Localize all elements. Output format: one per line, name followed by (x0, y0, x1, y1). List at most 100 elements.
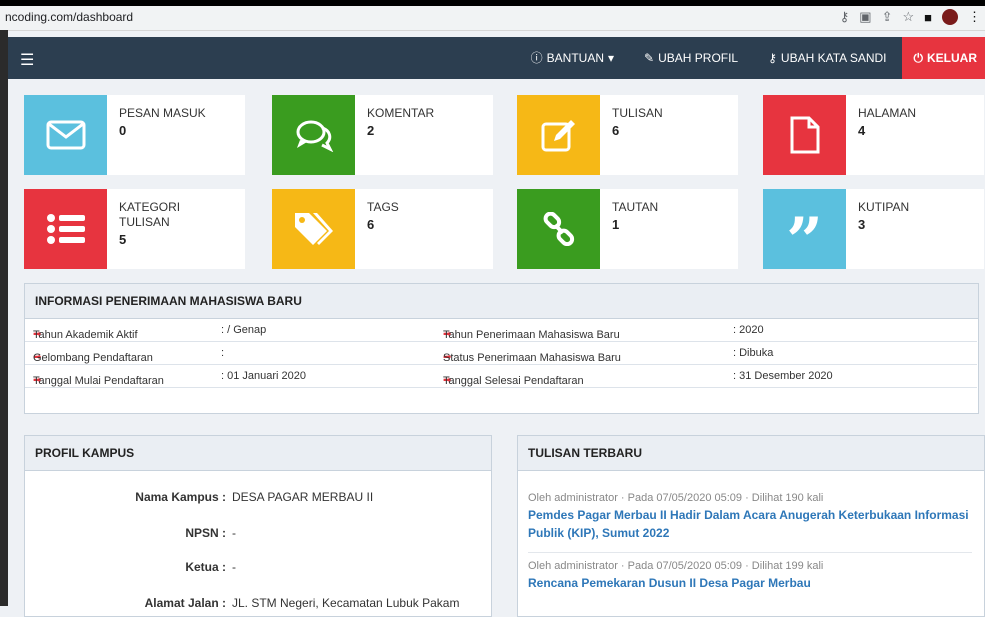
stat-label-line2: TULISAN (119, 215, 170, 229)
hamburger-icon[interactable]: ☰ (20, 50, 34, 70)
stat-card-pesan-masuk[interactable]: PESAN MASUK 0 (24, 95, 245, 175)
stat-card-kutipan[interactable]: ” KUTIPAN 3 (763, 189, 984, 269)
profile-value: - (232, 526, 236, 540)
info-key-text: Tanggal Mulai Pendaftaran (33, 375, 164, 387)
browser-toolbar-icons: ⚷ ▣ ⇪ ☆ ■ ⋮ (840, 9, 981, 25)
info-value: : 2020 (733, 324, 764, 336)
info-panel: INFORMASI PENERIMAAN MAHASISWA BARU ➡Tah… (24, 283, 979, 414)
sidebar-icon[interactable]: ■ (924, 10, 932, 25)
pencil-square-icon (517, 95, 600, 175)
nav-keluar-label: KELUAR (927, 37, 977, 79)
nav-ubah-profil-label: UBAH PROFIL (658, 37, 738, 79)
stat-value: 4 (858, 123, 865, 138)
profile-value: - (232, 560, 236, 574)
tags-icon (272, 189, 355, 269)
post-item: Oleh administrator · Pada 07/05/2020 05:… (528, 492, 972, 542)
profile-value: DESA PAGAR MERBAU II (232, 490, 373, 504)
info-row: ➡Gelombang Pendaftaran : ➡Status Penerim… (25, 342, 977, 365)
kebab-menu-icon[interactable]: ⋮ (968, 9, 981, 25)
stat-label: KOMENTAR (367, 106, 434, 121)
post-meta: Oleh administrator · Pada 07/05/2020 05:… (528, 560, 972, 572)
info-key-text: Tahun Akademik Aktif (33, 329, 138, 341)
stat-label: HALAMAN (858, 106, 916, 121)
stat-card-tautan[interactable]: TAUTAN 1 (517, 189, 738, 269)
profile-row: NPSN : (25, 526, 226, 542)
post-title-link[interactable]: Pemdes Pagar Merbau II Hadir Dalam Acara… (528, 506, 972, 542)
profile-row: Ketua : (25, 560, 226, 576)
profile-panel-title: PROFIL KAMPUS (25, 436, 491, 471)
dashboard-content: PESAN MASUK 0 KOMENTAR 2 TULISAN 6 HALAM… (8, 79, 985, 606)
stat-card-halaman[interactable]: HALAMAN 4 (763, 95, 984, 175)
url-text[interactable]: ncoding.com/dashboard (5, 10, 133, 24)
post-meta: Oleh administrator · Pada 07/05/2020 05:… (528, 492, 972, 504)
question-circle-icon: ⓘ (531, 37, 543, 79)
stat-label: TAGS (367, 200, 399, 215)
stat-card-tulisan[interactable]: TULISAN 6 (517, 95, 738, 175)
navbar-links: ⓘ BANTUAN ▾ ✎ UBAH PROFIL ⚷ UBAH KATA SA… (516, 37, 985, 79)
key-icon[interactable]: ⚷ (840, 9, 850, 25)
nav-keluar[interactable]: ⏻ KELUAR (902, 37, 985, 79)
latest-posts-title: TULISAN TERBARU (518, 436, 984, 471)
profile-row: Alamat Jalan : (25, 596, 226, 612)
left-edge (0, 30, 8, 606)
info-panel-title: INFORMASI PENERIMAAN MAHASISWA BARU (25, 284, 978, 319)
profile-avatar[interactable] (942, 9, 958, 25)
info-value: : Dibuka (733, 347, 773, 359)
post-item: Oleh administrator · Pada 07/05/2020 05:… (528, 560, 972, 592)
profile-row: Nama Kampus : (25, 490, 226, 506)
stat-label: PESAN MASUK (119, 106, 206, 121)
key-icon: ⚷ (768, 37, 777, 79)
nav-bantuan[interactable]: ⓘ BANTUAN ▾ (516, 37, 629, 79)
top-navbar: ☰ ⓘ BANTUAN ▾ ✎ UBAH PROFIL ⚷ UBAH KATA … (8, 37, 985, 79)
info-value: : (221, 347, 224, 359)
stat-card-kategori-tulisan[interactable]: KATEGORITULISAN 5 (24, 189, 245, 269)
caret-down-icon: ▾ (608, 37, 614, 79)
stat-value: 0 (119, 123, 126, 138)
translate-icon[interactable]: ▣ (859, 9, 871, 25)
stat-value: 1 (612, 217, 619, 232)
info-value: : / Genap (221, 324, 266, 336)
star-icon[interactable]: ☆ (902, 9, 914, 25)
profile-key: Alamat Jalan : (26, 596, 226, 610)
profile-panel: PROFIL KAMPUS Nama Kampus : DESA PAGAR M… (24, 435, 492, 617)
profile-key: NPSN : (26, 526, 226, 540)
nav-bantuan-label: BANTUAN (547, 37, 604, 79)
browser-address-bar: ncoding.com/dashboard ⚷ ▣ ⇪ ☆ ■ ⋮ (0, 6, 985, 31)
quote-glyph: ” (786, 210, 823, 274)
stat-label: TULISAN (612, 106, 663, 121)
stat-value: 3 (858, 217, 865, 232)
nav-ubah-kata-sandi-label: UBAH KATA SANDI (781, 37, 887, 79)
stat-value: 5 (119, 232, 126, 247)
latest-posts-panel: TULISAN TERBARU Oleh administrator · Pad… (517, 435, 985, 617)
post-divider (528, 552, 972, 553)
info-key-text: Gelombang Pendaftaran (33, 352, 153, 364)
list-icon (24, 189, 107, 269)
envelope-icon (24, 95, 107, 175)
stat-label: KUTIPAN (858, 200, 909, 215)
info-value: : 31 Desember 2020 (733, 370, 833, 382)
nav-ubah-kata-sandi[interactable]: ⚷ UBAH KATA SANDI (753, 37, 901, 79)
post-title-link[interactable]: Rencana Pemekaran Dusun II Desa Pagar Me… (528, 574, 972, 592)
power-icon: ⏻ (914, 37, 924, 79)
link-icon (517, 189, 600, 269)
comments-icon (272, 95, 355, 175)
stat-value: 6 (367, 217, 374, 232)
stat-value: 6 (612, 123, 619, 138)
edit-icon: ✎ (644, 37, 654, 79)
profile-key: Nama Kampus : (26, 490, 226, 504)
profile-key: Ketua : (26, 560, 226, 574)
info-value: : 01 Januari 2020 (221, 370, 306, 382)
stat-card-komentar[interactable]: KOMENTAR 2 (272, 95, 493, 175)
info-row: ➡Tanggal Mulai Pendaftaran : 01 Januari … (25, 365, 977, 388)
info-row: ➡Tahun Akademik Aktif : / Genap ➡Tahun P… (25, 319, 977, 342)
info-key-text: Tahun Penerimaan Mahasiswa Baru (443, 329, 620, 341)
info-key-text: Tanggal Selesai Pendaftaran (443, 375, 584, 387)
stat-card-tags[interactable]: TAGS 6 (272, 189, 493, 269)
info-key-text: Status Penerimaan Mahasiswa Baru (443, 352, 621, 364)
stat-label: TAUTAN (612, 200, 658, 215)
share-icon[interactable]: ⇪ (882, 9, 893, 25)
stat-label: KATEGORITULISAN (119, 200, 180, 230)
quote-icon: ” (763, 189, 846, 269)
profile-value: JL. STM Negeri, Kecamatan Lubuk Pakam (232, 596, 459, 610)
nav-ubah-profil[interactable]: ✎ UBAH PROFIL (629, 37, 753, 79)
